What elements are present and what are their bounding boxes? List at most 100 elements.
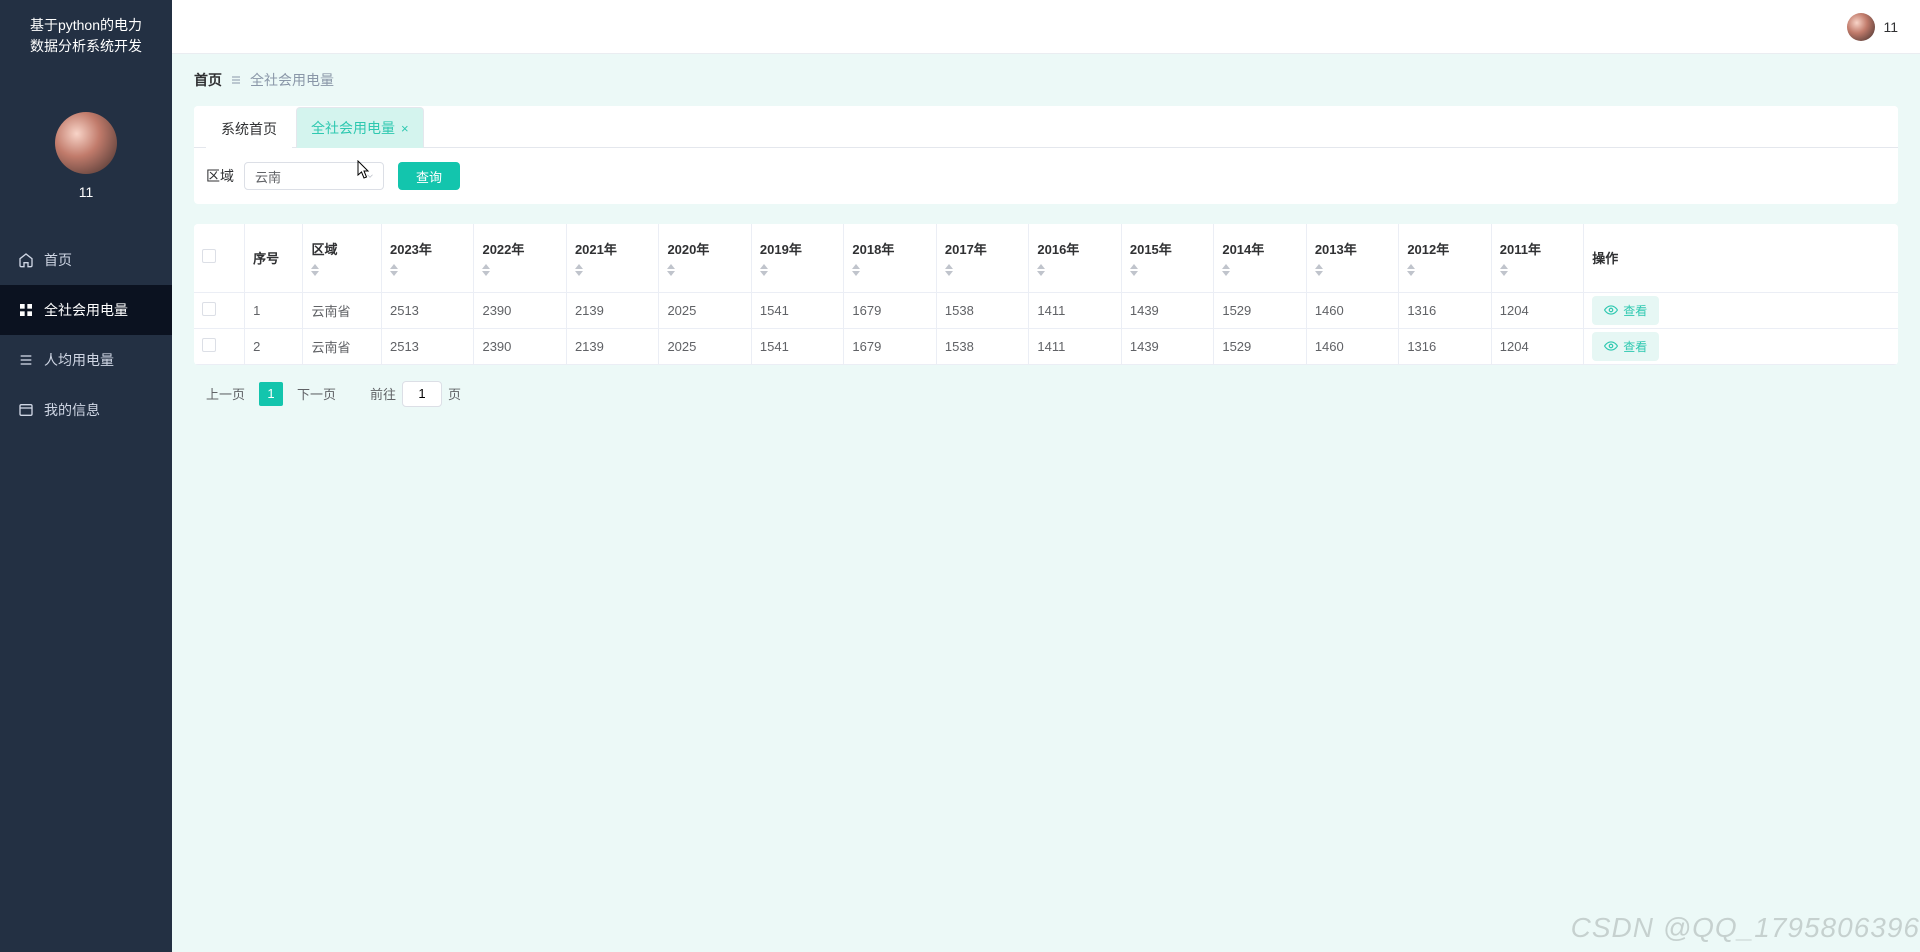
data-table-card: 序号 区域 2023年 2022年 2021年 2020年 2019年 2018… bbox=[194, 224, 1898, 365]
sort-icon bbox=[760, 263, 835, 277]
filter-label: 区域 bbox=[206, 166, 234, 186]
sort-icon bbox=[311, 263, 373, 277]
col-y2020[interactable]: 2020年 bbox=[659, 224, 751, 292]
nav-item-label: 我的信息 bbox=[44, 400, 100, 420]
checkbox-all[interactable] bbox=[202, 249, 216, 263]
breadcrumb-home[interactable]: 首页 bbox=[194, 70, 222, 90]
pagination-goto: 前往 页 bbox=[370, 381, 461, 407]
sort-icon bbox=[945, 263, 1020, 277]
pagination-next[interactable]: 下一页 bbox=[289, 384, 344, 403]
nav-item-my-info[interactable]: 我的信息 bbox=[0, 385, 172, 435]
col-y2012[interactable]: 2012年 bbox=[1399, 224, 1491, 292]
cell-y2017: 1538 bbox=[936, 328, 1028, 364]
pagination: 上一页 1 下一页 前往 页 bbox=[194, 365, 1898, 423]
table-row: 2云南省251323902139202515411679153814111439… bbox=[194, 328, 1898, 364]
cell-y2019: 1541 bbox=[751, 328, 843, 364]
cell-y2012: 1316 bbox=[1399, 292, 1491, 328]
list-icon bbox=[18, 352, 34, 368]
view-button[interactable]: 查看 bbox=[1592, 332, 1659, 361]
query-button[interactable]: 查询 bbox=[398, 162, 460, 190]
filter-panel: 系统首页 全社会用电量 × 区域 云南 查询 bbox=[194, 106, 1898, 204]
col-index[interactable]: 序号 bbox=[245, 224, 303, 292]
cell-action: 查看 bbox=[1584, 328, 1898, 364]
select-value: 云南 bbox=[255, 167, 281, 186]
cell-y2019: 1541 bbox=[751, 292, 843, 328]
tab-sys-home[interactable]: 系统首页 bbox=[206, 108, 292, 148]
eye-icon bbox=[1604, 303, 1618, 317]
cell-y2015: 1439 bbox=[1121, 328, 1213, 364]
cell-y2022: 2390 bbox=[474, 328, 566, 364]
content: 首页 全社会用电量 系统首页 全社会用电量 × 区域 bbox=[172, 54, 1920, 952]
cell-region: 云南省 bbox=[303, 328, 382, 364]
tab-label: 全社会用电量 bbox=[311, 118, 395, 138]
sort-icon bbox=[1500, 263, 1575, 277]
table-row: 1云南省251323902139202515411679153814111439… bbox=[194, 292, 1898, 328]
cell-index: 1 bbox=[245, 292, 303, 328]
nav-item-label: 人均用电量 bbox=[44, 350, 114, 370]
col-y2015[interactable]: 2015年 bbox=[1121, 224, 1213, 292]
app-title-line2: 数据分析系统开发 bbox=[10, 36, 162, 57]
col-y2014[interactable]: 2014年 bbox=[1214, 224, 1306, 292]
nav-item-home[interactable]: 首页 bbox=[0, 235, 172, 285]
cell-y2016: 1411 bbox=[1029, 292, 1121, 328]
cell-y2016: 1411 bbox=[1029, 328, 1121, 364]
tab-all-power[interactable]: 全社会用电量 × bbox=[296, 107, 424, 148]
col-region[interactable]: 区域 bbox=[303, 224, 382, 292]
region-select[interactable]: 云南 bbox=[244, 162, 384, 190]
nav-item-all-power[interactable]: 全社会用电量 bbox=[0, 285, 172, 335]
cell-y2012: 1316 bbox=[1399, 328, 1491, 364]
nav-item-per-capita[interactable]: 人均用电量 bbox=[0, 335, 172, 385]
col-y2018[interactable]: 2018年 bbox=[844, 224, 936, 292]
cell-checkbox bbox=[194, 328, 245, 364]
pagination-goto-input[interactable] bbox=[402, 381, 442, 407]
cell-y2023: 2513 bbox=[381, 292, 473, 328]
cell-y2022: 2390 bbox=[474, 292, 566, 328]
cell-y2014: 1529 bbox=[1214, 292, 1306, 328]
sort-icon bbox=[482, 263, 557, 277]
col-y2011[interactable]: 2011年 bbox=[1491, 224, 1583, 292]
pagination-page-1[interactable]: 1 bbox=[259, 382, 283, 406]
table-header-row: 序号 区域 2023年 2022年 2021年 2020年 2019年 2018… bbox=[194, 224, 1898, 292]
col-action: 操作 bbox=[1584, 224, 1898, 292]
sort-icon bbox=[1222, 263, 1297, 277]
topbar-avatar[interactable] bbox=[1847, 13, 1875, 41]
row-checkbox[interactable] bbox=[202, 302, 216, 316]
chevron-down-icon bbox=[365, 171, 375, 181]
sort-icon bbox=[575, 263, 650, 277]
goto-suffix: 页 bbox=[448, 384, 461, 403]
sidebar-profile: 11 bbox=[0, 72, 172, 215]
app-title: 基于python的电力 数据分析系统开发 bbox=[0, 0, 172, 72]
eye-icon bbox=[1604, 339, 1618, 353]
col-y2016[interactable]: 2016年 bbox=[1029, 224, 1121, 292]
breadcrumb-sep-icon bbox=[230, 74, 242, 86]
col-y2021[interactable]: 2021年 bbox=[566, 224, 658, 292]
cell-y2020: 2025 bbox=[659, 292, 751, 328]
cell-y2018: 1679 bbox=[844, 328, 936, 364]
breadcrumb-current: 全社会用电量 bbox=[250, 70, 334, 90]
grid-icon bbox=[18, 302, 34, 318]
col-y2022[interactable]: 2022年 bbox=[474, 224, 566, 292]
info-icon bbox=[18, 402, 34, 418]
app-title-line1: 基于python的电力 bbox=[10, 15, 162, 36]
pagination-prev[interactable]: 上一页 bbox=[198, 384, 253, 403]
col-y2017[interactable]: 2017年 bbox=[936, 224, 1028, 292]
row-checkbox[interactable] bbox=[202, 338, 216, 352]
avatar[interactable] bbox=[55, 112, 117, 174]
cell-y2018: 1679 bbox=[844, 292, 936, 328]
cell-index: 2 bbox=[245, 328, 303, 364]
col-y2023[interactable]: 2023年 bbox=[381, 224, 473, 292]
close-icon[interactable]: × bbox=[401, 122, 409, 135]
main: 1 1 首页 全社会用电量 系统首页 全社会用电量 × bbox=[172, 0, 1920, 952]
tab-label: 系统首页 bbox=[221, 119, 277, 139]
view-button[interactable]: 查看 bbox=[1592, 296, 1659, 325]
cell-action: 查看 bbox=[1584, 292, 1898, 328]
goto-prefix: 前往 bbox=[370, 384, 396, 403]
cell-y2020: 2025 bbox=[659, 328, 751, 364]
cell-y2023: 2513 bbox=[381, 328, 473, 364]
cell-y2017: 1538 bbox=[936, 292, 1028, 328]
cell-y2021: 2139 bbox=[566, 292, 658, 328]
tabs: 系统首页 全社会用电量 × bbox=[194, 106, 1898, 148]
col-y2013[interactable]: 2013年 bbox=[1306, 224, 1398, 292]
col-y2019[interactable]: 2019年 bbox=[751, 224, 843, 292]
cell-region: 云南省 bbox=[303, 292, 382, 328]
